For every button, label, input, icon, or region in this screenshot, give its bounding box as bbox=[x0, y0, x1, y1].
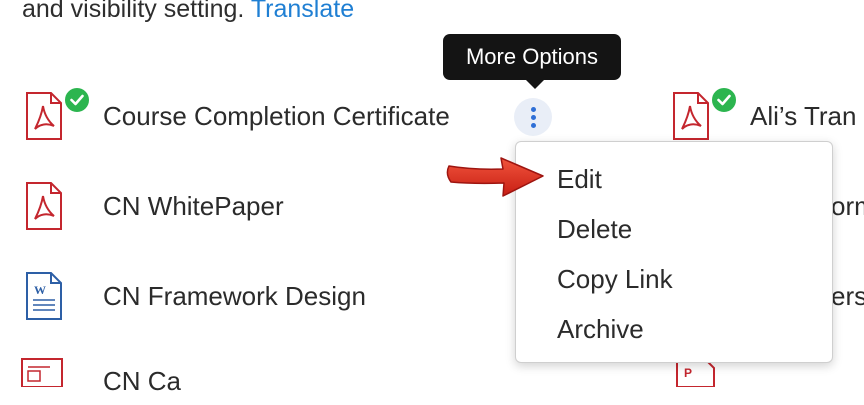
tooltip-arrow bbox=[525, 79, 545, 89]
file-name: Ali’s Tran bbox=[750, 101, 857, 131]
menu-item-edit[interactable]: Edit bbox=[557, 162, 602, 196]
file-item-right-4[interactable]: P bbox=[676, 357, 724, 405]
more-options-menu: Edit Delete Copy Link Archive bbox=[515, 141, 833, 363]
file-item-cn-ca[interactable]: CN Ca bbox=[20, 357, 181, 405]
more-options-button[interactable] bbox=[514, 98, 552, 136]
file-name: CN WhitePaper bbox=[103, 191, 284, 221]
more-options-tooltip: More Options bbox=[443, 34, 621, 89]
file-name: orm bbox=[831, 191, 864, 221]
pdf-file-icon bbox=[673, 86, 738, 140]
file-item-course-completion-certificate[interactable]: Course Completion Certificate bbox=[26, 86, 450, 140]
check-circle-icon bbox=[710, 86, 738, 114]
description-text: and visibility setting. Translate bbox=[22, 0, 354, 26]
pdf-file-icon bbox=[26, 182, 74, 230]
word-file-icon: W bbox=[26, 272, 74, 320]
translate-link[interactable]: Translate bbox=[251, 0, 354, 23]
file-item-cn-whitepaper[interactable]: CN WhitePaper bbox=[26, 182, 284, 230]
pdf-file-icon bbox=[26, 86, 91, 140]
file-name: Course Completion Certificate bbox=[103, 101, 450, 131]
menu-item-copy-link[interactable]: Copy Link bbox=[557, 262, 673, 296]
file-name: CN Ca bbox=[103, 366, 182, 396]
menu-item-delete[interactable]: Delete bbox=[557, 212, 632, 246]
check-circle-icon bbox=[63, 86, 91, 114]
menu-item-archive[interactable]: Archive bbox=[557, 312, 644, 346]
description-sentence: and visibility setting. bbox=[22, 0, 251, 23]
ppt-file-icon: P bbox=[676, 357, 724, 405]
vertical-ellipsis-icon bbox=[530, 106, 536, 112]
tooltip-label: More Options bbox=[465, 44, 599, 69]
ppt-file-icon bbox=[20, 357, 68, 405]
svg-text:P: P bbox=[684, 366, 692, 380]
file-name: CN Framework Design bbox=[103, 281, 366, 311]
file-item-alis-transcript[interactable]: Ali’s Tran bbox=[673, 86, 857, 140]
file-item-cn-framework-design[interactable]: W CN Framework Design bbox=[26, 272, 366, 320]
file-name: ers bbox=[831, 281, 864, 311]
annotation-arrow-icon bbox=[443, 152, 547, 207]
svg-text:W: W bbox=[34, 283, 46, 297]
